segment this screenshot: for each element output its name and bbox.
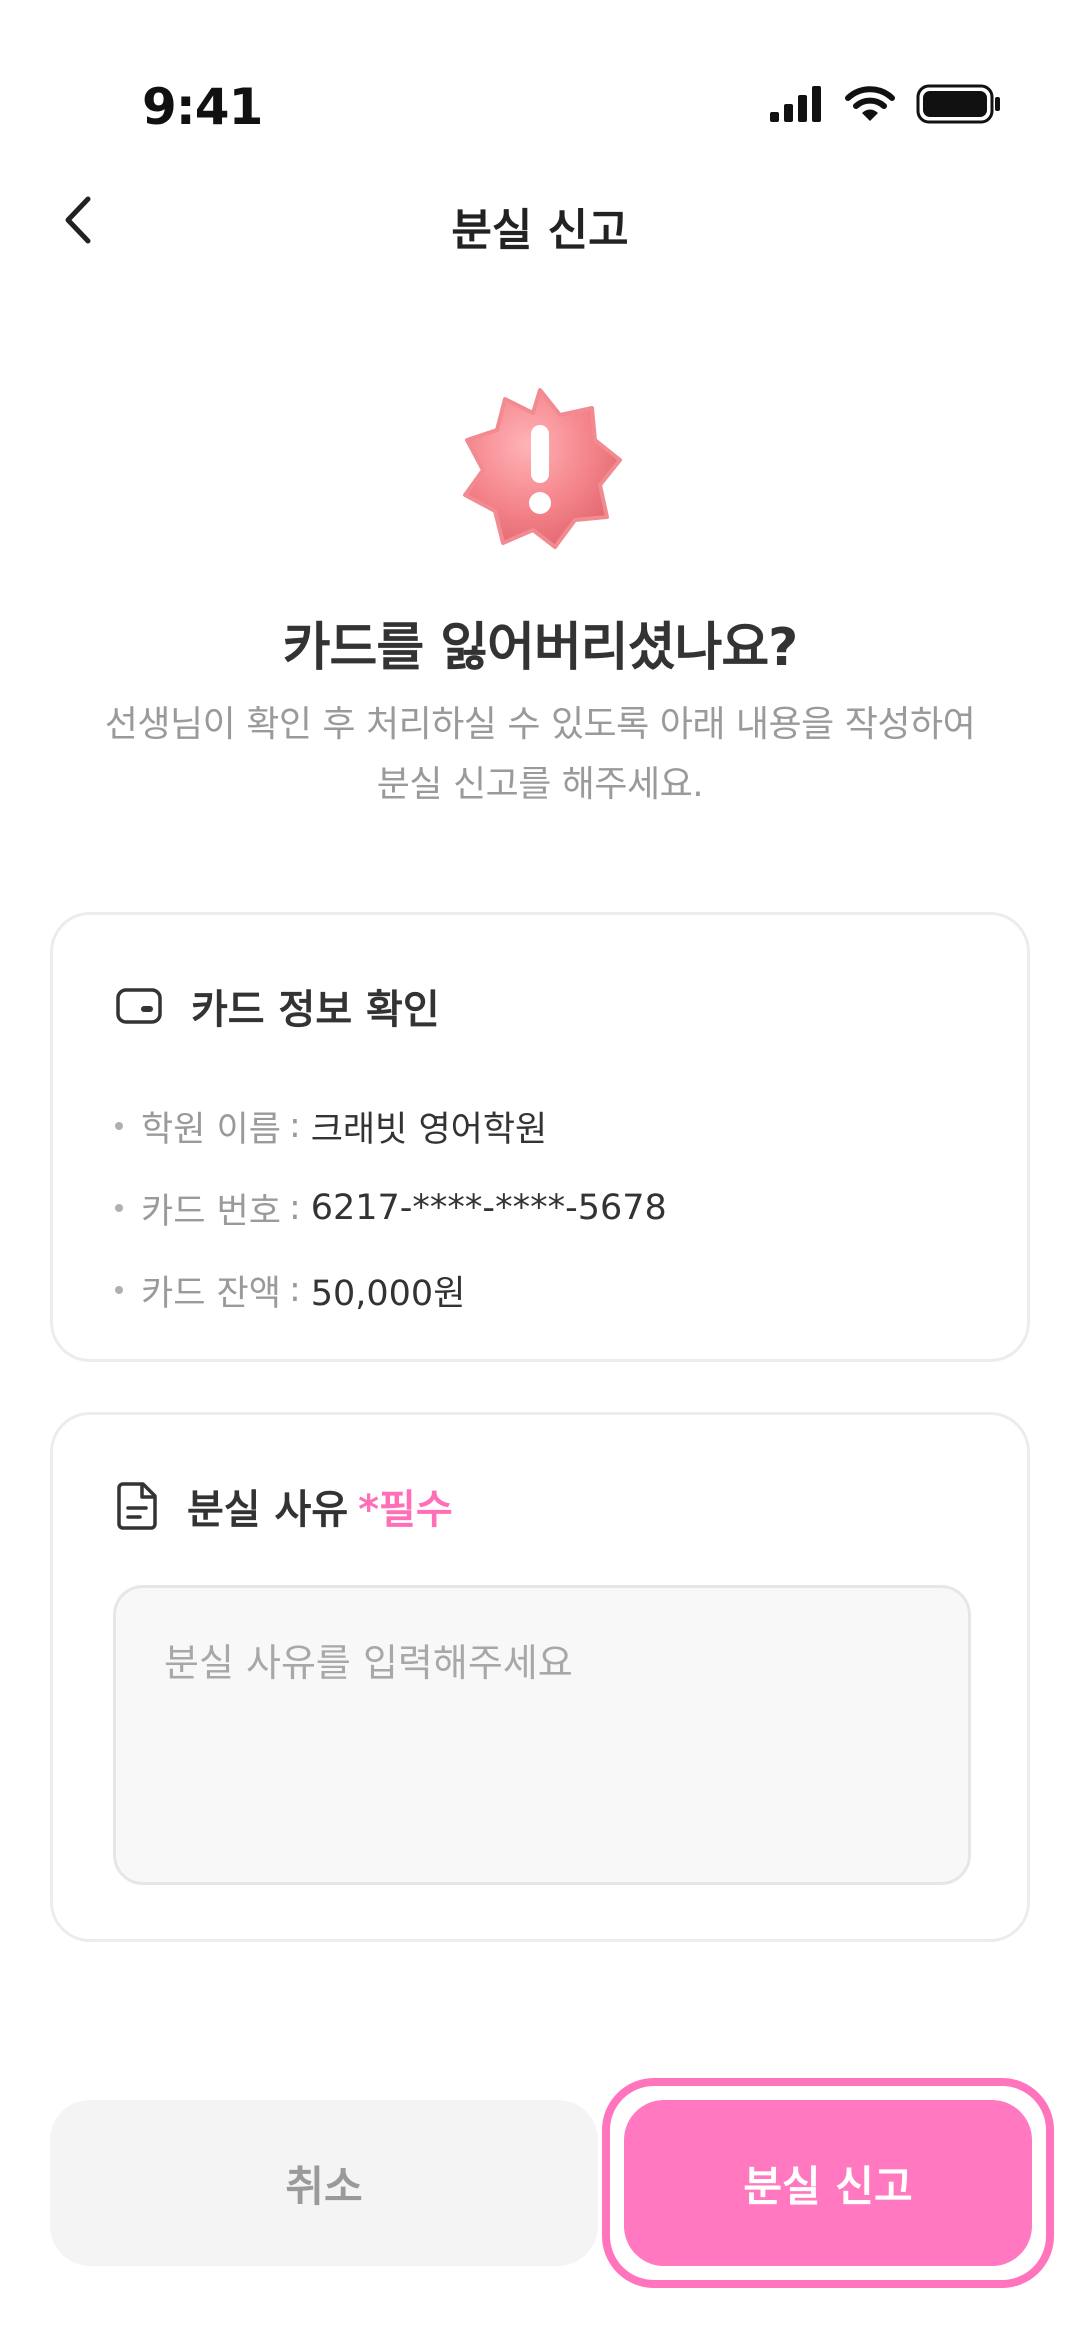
card-info-section: 카드 정보 확인 학원 이름 : 크래빗 영어학원 카드 번호 : 6217-*… [50, 912, 1030, 1362]
loss-reason-header: 분실 사유 *필수 [115, 1477, 453, 1535]
exclamation-badge-icon [463, 388, 622, 549]
wallet-icon [116, 988, 162, 1024]
card-info-header: 카드 정보 확인 [115, 977, 440, 1035]
required-mark: *필수 [358, 1487, 453, 1533]
cancel-button[interactable]: 취소 [50, 2100, 598, 2266]
info-separator: : [288, 1106, 301, 1146]
info-label: 학원 이름 [141, 1109, 281, 1150]
loss-reason-section: 분실 사유 *필수 [50, 1412, 1030, 1942]
submit-report-button[interactable]: 분실 신고 [624, 2100, 1032, 2266]
card-balance: 50,000원 [310, 1273, 466, 1314]
battery-icon [916, 84, 1000, 124]
card-number: 6217-****-****-5678 [310, 1188, 667, 1228]
card-info-title: 카드 정보 확인 [191, 987, 440, 1033]
page-title: 분실 신고 [451, 205, 629, 256]
loss-reason-input[interactable] [113, 1585, 971, 1885]
description-line: 분실 신고를 해주세요. [376, 764, 704, 805]
wifi-icon [845, 86, 895, 121]
academy-name: 크래빗 영어학원 [310, 1109, 548, 1150]
card-info-list: 학원 이름 : 크래빗 영어학원 카드 번호 : 6217-****-****-… [115, 1085, 667, 1331]
loss-reason-title-group: 분실 사유 *필수 [187, 1477, 453, 1535]
status-time: 9:41 [142, 78, 263, 136]
headline: 카드를 잃어버리셨나요? [282, 618, 799, 678]
list-item: 카드 잔액 : 50,000원 [115, 1249, 667, 1331]
info-separator: : [288, 1188, 301, 1228]
cellular-signal-icon [770, 86, 821, 122]
list-item: 카드 번호 : 6217-****-****-5678 [115, 1167, 667, 1249]
bullet-icon [115, 1204, 123, 1212]
status-icons [768, 84, 1002, 124]
status-bar: 9:41 [0, 0, 1080, 190]
document-icon [117, 1482, 157, 1530]
bullet-icon [115, 1122, 123, 1130]
nav-bar: 분실 신고 [0, 180, 1080, 262]
description-line: 선생님이 확인 후 처리하실 수 있도록 아래 내용을 작성하여 [104, 704, 976, 745]
description: 선생님이 확인 후 처리하실 수 있도록 아래 내용을 작성하여 분실 신고를 … [40, 695, 1040, 815]
info-separator: : [288, 1270, 301, 1310]
bullet-icon [115, 1286, 123, 1294]
info-label: 카드 번호 [141, 1191, 281, 1232]
list-item: 학원 이름 : 크래빗 영어학원 [115, 1085, 667, 1167]
loss-reason-title: 분실 사유 [187, 1487, 349, 1533]
info-label: 카드 잔액 [141, 1273, 281, 1314]
